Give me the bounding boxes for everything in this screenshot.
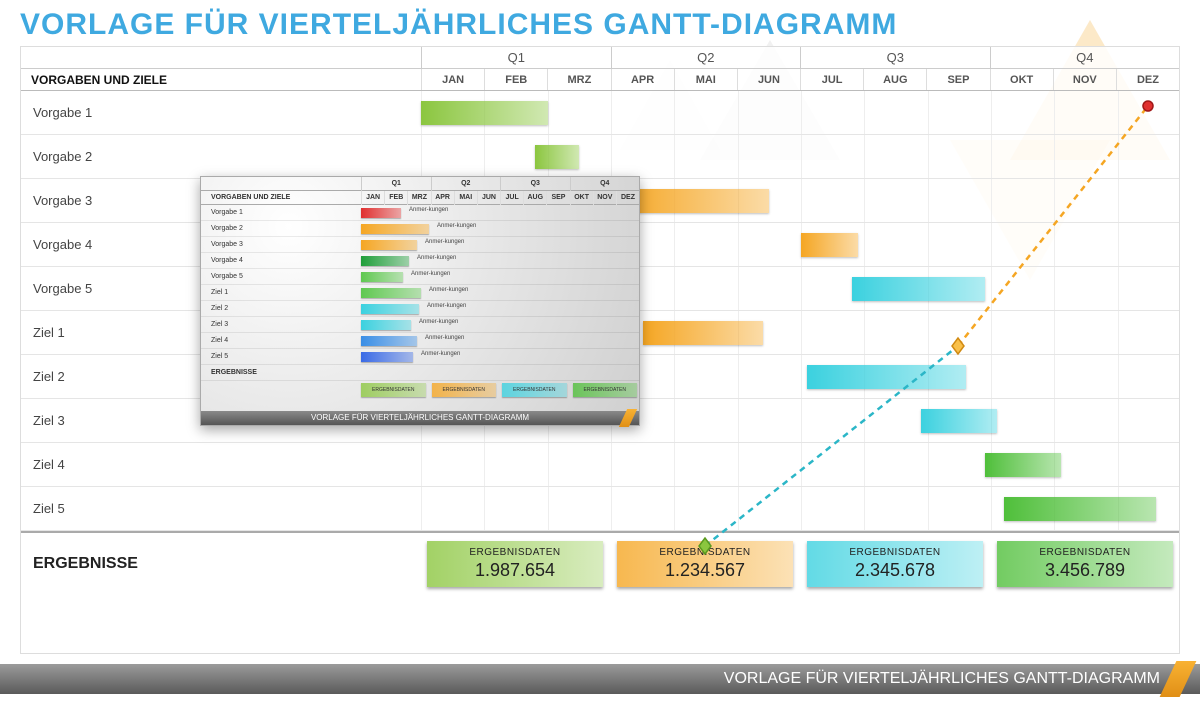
gantt-bar: [535, 145, 579, 169]
footer-ribbon: VORLAGE FÜR VIERTELJÄHRLICHES GANTT-DIAG…: [0, 664, 1200, 694]
gantt-bar: [807, 365, 965, 389]
template-thumbnail: Q1 Q2 Q3 Q4 VORGABEN UND ZIELE JANFEBMRZ…: [200, 176, 640, 426]
gantt-bar: [801, 233, 858, 257]
results-row: ERGEBNISSE ERGEBNISDATEN1.987.654 ERGEBNI…: [21, 531, 1179, 595]
thumb-ribbon: VORLAGE FÜR VIERTELJÄHRLICHES GANTT-DIAG…: [201, 411, 639, 425]
result-card: ERGEBNISDATEN1.987.654: [427, 541, 603, 587]
gantt-bar: [921, 409, 997, 433]
page-title: VORLAGE FÜR VIERTELJÄHRLICHES GANTT-DIAG…: [20, 8, 897, 42]
month-header-row: VORGABEN UND ZIELE JAN FEB MRZ APR MAI J…: [21, 69, 1179, 91]
task-label: Vorgabe 1: [21, 91, 421, 134]
quarter-cell: Q3: [800, 47, 990, 68]
footer-text: VORLAGE FÜR VIERTELJÄHRLICHES GANTT-DIAG…: [724, 670, 1160, 688]
ribbon-accent: [1160, 661, 1197, 697]
tasks-column-header: VORGABEN UND ZIELE: [21, 69, 421, 90]
gantt-bar: [985, 453, 1061, 477]
result-card: ERGEBNISDATEN1.234.567: [617, 541, 793, 587]
task-label: Ziel 4: [21, 443, 421, 486]
quarter-cell: Q2: [611, 47, 801, 68]
gantt-row: Ziel 5: [21, 487, 1179, 531]
quarter-cell: Q4: [990, 47, 1180, 68]
gantt-row: Vorgabe 1: [21, 91, 1179, 135]
task-label: Ziel 5: [21, 487, 421, 530]
quarter-header-row: Q1 Q2 Q3 Q4: [21, 47, 1179, 69]
gantt-row: Vorgabe 2: [21, 135, 1179, 179]
gantt-bar: [852, 277, 985, 301]
result-card: ERGEBNISDATEN3.456.789: [997, 541, 1173, 587]
gantt-bar: [1004, 497, 1156, 521]
gantt-bar: [643, 321, 763, 345]
gantt-row: Ziel 4: [21, 443, 1179, 487]
task-label: Vorgabe 2: [21, 135, 421, 178]
gantt-bar: [617, 189, 769, 213]
gantt-bar: [421, 101, 548, 125]
quarter-cell: Q1: [421, 47, 611, 68]
results-label: ERGEBNISSE: [21, 533, 421, 595]
result-card: ERGEBNISDATEN2.345.678: [807, 541, 983, 587]
